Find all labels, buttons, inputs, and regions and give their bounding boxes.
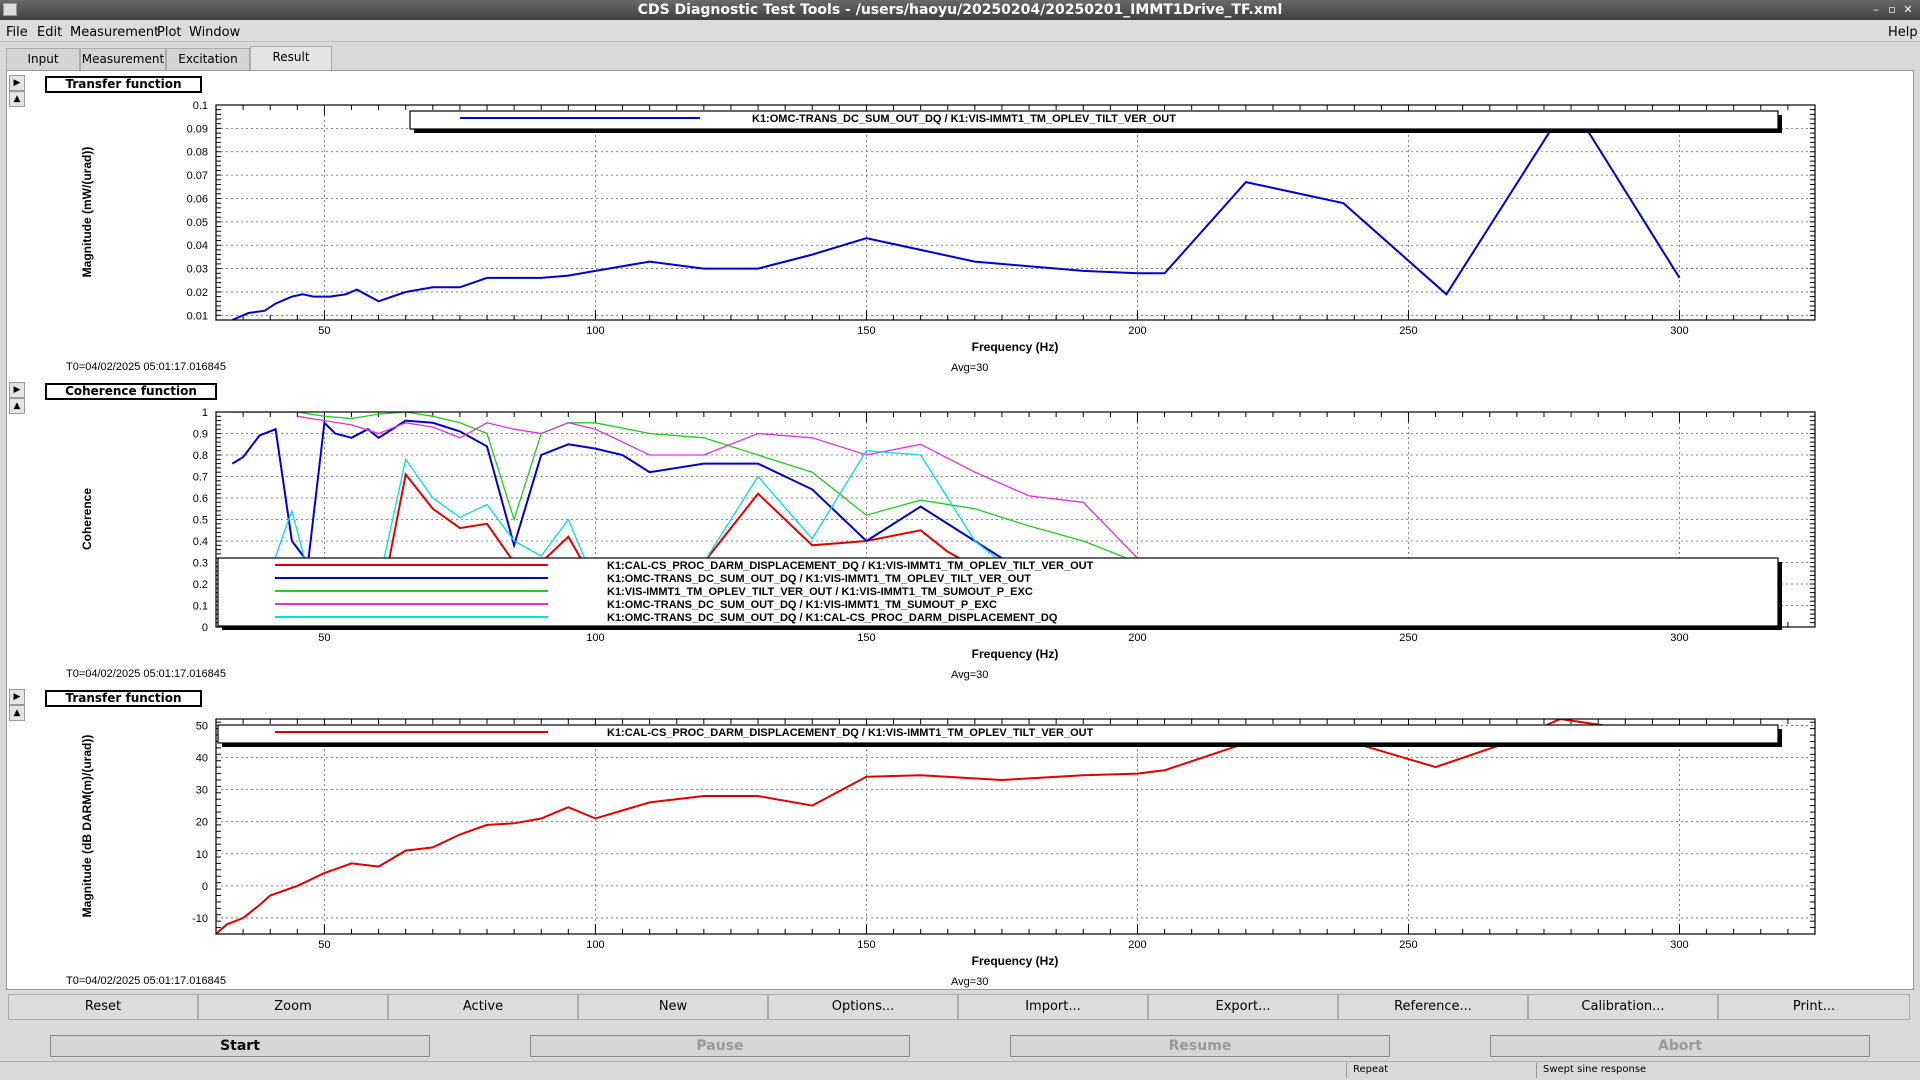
panel-3-ylabel: Magnitude (dB DARM(m)/(urad)) [80,735,94,918]
x-tick-label: 250 [1399,632,1417,644]
y-tick-label: 0.06 [187,193,208,205]
y-tick-label: 0.1 [193,601,208,613]
plots-canvas[interactable]: Magnitude (mW/(urad)) Frequency (Hz) T0=… [0,0,1920,1000]
y-tick-label: 0.9 [193,429,208,441]
x-tick-label: 150 [857,632,875,644]
calibration-button[interactable]: Calibration... [1528,994,1718,1020]
new-button[interactable]: New [578,994,768,1020]
y-tick-label: 10 [196,849,208,861]
status-type: Swept sine response [1536,1063,1920,1078]
y-tick-label: 0.04 [187,240,208,252]
options-button[interactable]: Options... [768,994,958,1020]
chart-1: 50 100 150 200 250 300 0.01 0.02 0.03 0.04 0.05 0.0… [187,100,1816,337]
abort-button[interactable]: Abort [1490,1035,1870,1057]
reference-button[interactable]: Reference... [1338,994,1528,1020]
y-tick-label: 0.05 [187,217,208,229]
status-mode: Repeat [1346,1063,1536,1078]
chart-2: 50 100 150 200 250 300 0 0.1 0.2 0.3 0.4 0.5 0.6 0.7 0… [193,407,1816,644]
y-tick-label: 0.4 [193,536,208,548]
panel-2-ylabel: Coherence [80,488,94,550]
zoom-button[interactable]: Zoom [198,994,388,1020]
y-tick-label: 1 [202,407,208,419]
y-tick-label: 0.02 [187,287,208,299]
y-tick-label: 0.2 [193,579,208,591]
y-tick-label: 50 [196,720,208,732]
print-button[interactable]: Print... [1718,994,1910,1020]
x-tick-label: 50 [318,325,330,337]
resume-button[interactable]: Resume [1010,1035,1390,1057]
panel-2-t0: T0=04/02/2025 05:01:17.016845 [66,668,226,680]
panel-2-avg: Avg=30 [951,669,988,681]
x-tick-label: 200 [1128,325,1146,337]
x-tick-label: 150 [857,325,875,337]
x-tick-label: 300 [1670,632,1688,644]
legend-label: K1:CAL-CS_PROC_DARM_DISPLACEMENT_DQ / K1… [607,560,1094,572]
y-tick-label: 0 [202,881,208,893]
x-tick-label: 50 [318,632,330,644]
legend-label: K1:OMC-TRANS_DC_SUM_OUT_DQ / K1:VIS-IMMT… [752,113,1176,125]
y-tick-label: 40 [196,753,208,765]
x-tick-label: 300 [1670,325,1688,337]
y-tick-label: 20 [196,817,208,829]
y-tick-label: 0.07 [187,170,208,182]
panel-1-xlabel: Frequency (Hz) [972,340,1059,354]
legend-label: K1:CAL-CS_PROC_DARM_DISPLACEMENT_DQ / K1… [607,727,1094,739]
y-tick-label: 0.5 [193,515,208,527]
panel-1-avg: Avg=30 [951,362,988,374]
panel-1-t0: T0=04/02/2025 05:01:17.016845 [66,361,226,373]
y-tick-label: 0.8 [193,450,208,462]
plot-area [216,719,1815,934]
import-button[interactable]: Import... [958,994,1148,1020]
x-tick-label: 300 [1670,939,1688,951]
x-tick-label: 200 [1128,632,1146,644]
panel-1-ylabel: Magnitude (mW/(urad)) [80,147,94,278]
x-tick-label: 200 [1128,939,1146,951]
y-tick-label: 0.1 [193,100,208,112]
panel-3-xlabel: Frequency (Hz) [972,954,1059,968]
reset-button[interactable]: Reset [8,994,198,1020]
y-tick-label: 0.7 [193,472,208,484]
start-button[interactable]: Start [50,1035,430,1057]
legend-label: K1:OMC-TRANS_DC_SUM_OUT_DQ / K1:VIS-IMMT… [607,599,997,611]
y-tick-label: 0.03 [187,264,208,276]
active-button[interactable]: Active [388,994,578,1020]
x-tick-label: 100 [586,632,604,644]
y-tick-label: 0.09 [187,123,208,135]
y-tick-label: 0.6 [193,493,208,505]
x-tick-label: 150 [857,939,875,951]
y-tick-label: 0.01 [187,310,208,322]
panel-3-t0: T0=04/02/2025 05:01:17.016845 [66,975,226,987]
panel-3-avg: Avg=30 [951,976,988,988]
y-tick-label: 30 [196,785,208,797]
legend-label: K1:OMC-TRANS_DC_SUM_OUT_DQ / K1:CAL-CS_P… [607,612,1058,624]
pause-button[interactable]: Pause [530,1035,910,1057]
legend-label: K1:OMC-TRANS_DC_SUM_OUT_DQ / K1:VIS-IMMT… [607,573,1031,585]
panel-2-xlabel: Frequency (Hz) [972,647,1059,661]
export-button[interactable]: Export... [1148,994,1338,1020]
y-tick-label: 0.08 [187,147,208,159]
x-tick-label: 250 [1399,325,1417,337]
y-tick-label: 0 [202,622,208,634]
chart-3: 50 100 150 200 250 300 -10 0 10 20 30 40 50 K1:CAL-CS… [192,718,1816,951]
legend-label: K1:VIS-IMMT1_TM_OPLEV_TILT_VER_OUT / K1:… [607,586,1033,598]
x-tick-label: 100 [586,325,604,337]
x-tick-label: 100 [586,939,604,951]
y-tick-label: 0.3 [193,558,208,570]
y-tick-label: -10 [192,913,208,925]
x-tick-label: 250 [1399,939,1417,951]
x-tick-label: 50 [318,939,330,951]
